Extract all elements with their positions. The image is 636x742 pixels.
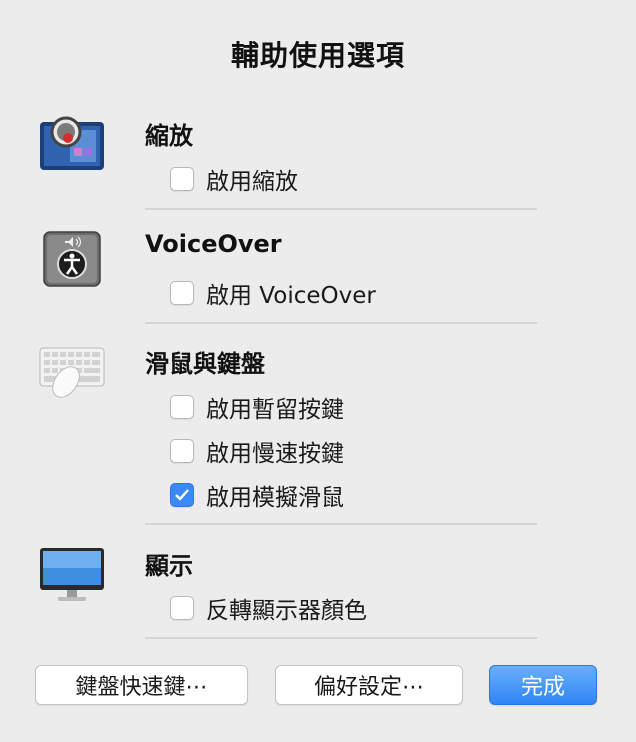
display-icon <box>38 542 106 606</box>
enable-mouse-keys-label: 啟用模擬滑鼠 <box>206 485 344 511</box>
option-invert-colors[interactable]: 反轉顯示器顏色 <box>170 594 367 624</box>
option-enable-zoom[interactable]: 啟用縮放 <box>170 165 298 195</box>
enable-voiceover-checkbox[interactable] <box>170 281 194 305</box>
voiceover-icon <box>38 226 106 290</box>
zoom-icon <box>38 110 106 174</box>
enable-zoom-checkbox[interactable] <box>170 167 194 191</box>
enable-voiceover-label: 啟用 VoiceOver <box>206 283 376 309</box>
separator <box>145 637 537 639</box>
enable-slow-keys-checkbox[interactable] <box>170 439 194 463</box>
separator <box>145 523 537 525</box>
option-enable-slow-keys[interactable]: 啟用慢速按鍵 <box>170 437 344 467</box>
invert-colors-label: 反轉顯示器顏色 <box>206 598 367 624</box>
preferences-button[interactable]: 偏好設定⋯ <box>275 665 463 705</box>
option-enable-mouse-keys[interactable]: 啟用模擬滑鼠 <box>170 481 344 511</box>
invert-colors-checkbox[interactable] <box>170 596 194 620</box>
keyboard-shortcuts-button[interactable]: 鍵盤快速鍵⋯ <box>35 665 248 705</box>
section-title-display: 顯示 <box>145 552 193 580</box>
enable-sticky-keys-label: 啟用暫留按鍵 <box>206 397 344 423</box>
separator <box>145 208 537 210</box>
enable-slow-keys-label: 啟用慢速按鍵 <box>206 441 344 467</box>
enable-sticky-keys-checkbox[interactable] <box>170 395 194 419</box>
dialog-title: 輔助使用選項 <box>230 39 405 72</box>
option-enable-voiceover[interactable]: 啟用 VoiceOver <box>170 279 376 309</box>
section-title-voiceover: VoiceOver <box>145 230 282 258</box>
enable-zoom-label: 啟用縮放 <box>206 169 298 195</box>
keyboard-mouse-icon <box>38 340 106 404</box>
section-title-zoom: 縮放 <box>145 122 193 150</box>
done-button[interactable]: 完成 <box>489 665 597 705</box>
section-title-mouse-keyboard: 滑鼠與鍵盤 <box>145 350 265 378</box>
option-enable-sticky-keys[interactable]: 啟用暫留按鍵 <box>170 393 344 423</box>
enable-mouse-keys-checkbox[interactable] <box>170 483 194 507</box>
separator <box>145 322 537 324</box>
